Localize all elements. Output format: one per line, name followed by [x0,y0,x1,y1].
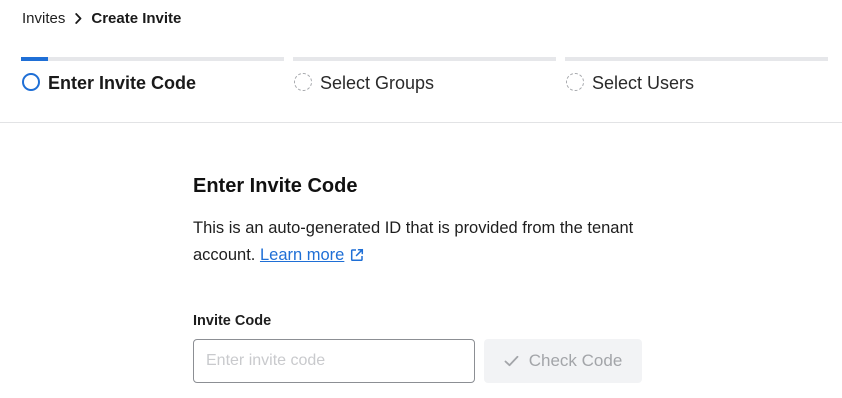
step-enter-invite-code: Enter Invite Code [21,57,284,97]
chevron-right-icon [75,12,82,24]
step-pending-circle-icon [294,73,312,91]
invite-code-input[interactable] [193,339,475,383]
step-active-circle-icon [22,73,40,91]
breadcrumb-invites-link[interactable]: Invites [22,10,65,27]
step-select-users: Select Users [565,57,828,97]
external-link-icon[interactable] [350,244,364,271]
invite-code-section: Enter Invite Code This is an auto-genera… [193,172,653,271]
header-divider [0,122,842,123]
section-title: Enter Invite Code [193,175,358,197]
section-description: This is an auto-generated ID that is pro… [193,215,638,271]
check-code-label: Check Code [528,351,623,370]
step-track [565,57,828,61]
step-label: Select Groups [320,73,435,93]
step-label: Select Users [592,73,695,93]
step-pending-circle-icon [566,73,584,91]
check-code-button[interactable]: Check Code [484,339,642,383]
stepper: Enter Invite Code Select Groups Select U… [21,57,828,97]
step-track [21,57,284,61]
learn-more-link[interactable]: Learn more [260,246,344,264]
invite-code-label: Invite Code [193,313,272,329]
breadcrumb-current: Create Invite [91,9,182,27]
step-select-groups: Select Groups [293,57,556,97]
step-progress-fill [21,57,48,61]
step-label: Enter Invite Code [48,73,197,93]
breadcrumb: Invites Create Invite [22,9,181,27]
checkmark-icon [504,355,519,367]
step-track [293,57,556,61]
